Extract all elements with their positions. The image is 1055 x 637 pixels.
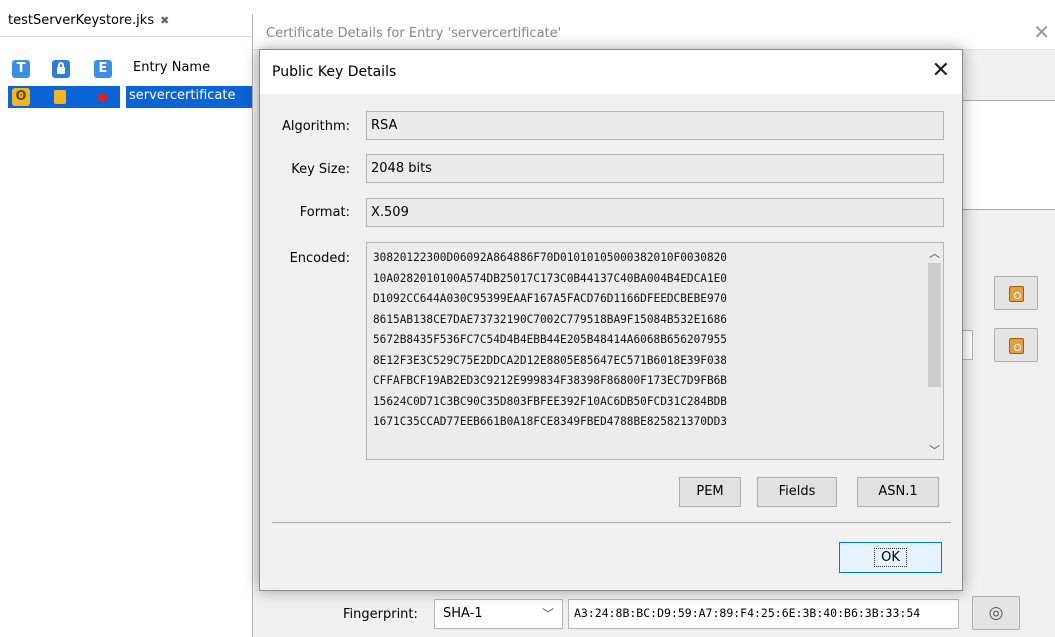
format-label: Format: — [299, 205, 350, 220]
address-book-icon — [1009, 338, 1024, 354]
certificate-dialog-title: Certificate Details for Entry 'servercer… — [266, 26, 562, 41]
encoded-scrollbar[interactable]: ︿ ﹀ — [926, 243, 943, 459]
close-icon[interactable]: ✕ — [932, 58, 950, 83]
public-key-details-dialog: Public Key Details ✕ Algorithm: RSA Key … — [259, 49, 963, 591]
fingerprint-algorithm-value: SHA-1 — [443, 606, 483, 621]
algorithm-field[interactable]: RSA — [366, 111, 944, 140]
table-header: T E Entry Name — [0, 56, 252, 82]
fingerprint-value-field[interactable]: A3:24:8B:BC:D9:59:A7:89:F4:25:6E:3B:40:B… — [568, 599, 959, 629]
view-public-key-button[interactable] — [994, 276, 1038, 310]
pem-button[interactable]: PEM — [679, 477, 741, 507]
encoded-value: 30820122300D06092A864886F70D010101050003… — [373, 251, 727, 428]
key-pair-icon: ʘ — [12, 88, 30, 106]
keystore-pane: testServerKeystore.jks ✖ T E Entry Name ʘ… — [0, 0, 252, 637]
scroll-up-icon[interactable]: ︿ — [929, 245, 940, 261]
expiry-status-icon — [98, 93, 107, 102]
public-key-dialog-titlebar: Public Key Details ✕ — [260, 50, 962, 94]
column-entry-name-header[interactable]: Entry Name — [133, 60, 210, 75]
fingerprint-row: Fingerprint: SHA-1 ﹀ A3:24:8B:BC:D9:59:A… — [253, 596, 1055, 630]
fingerprint-label: Fingerprint: — [343, 607, 418, 622]
public-key-dialog-title: Public Key Details — [272, 64, 397, 80]
table-row[interactable]: ʘ servercertificate — [0, 86, 252, 108]
fields-button[interactable]: Fields — [757, 477, 837, 507]
encoded-textarea[interactable]: 30820122300D06092A864886F70D010101050003… — [366, 242, 944, 460]
algorithm-label: Algorithm: — [281, 119, 350, 134]
key-size-label: Key Size: — [291, 162, 350, 177]
column-expiry-header[interactable]: E — [94, 60, 112, 78]
encoded-label: Encoded: — [289, 251, 350, 266]
asn1-button[interactable]: ASN.1 — [857, 477, 939, 507]
scrollbar-thumb[interactable] — [928, 263, 941, 387]
unlocked-icon — [54, 90, 66, 104]
column-lock-header[interactable] — [52, 60, 70, 78]
ok-button-label: OK — [874, 548, 907, 567]
key-size-field[interactable]: 2048 bits — [366, 154, 944, 183]
ok-button[interactable]: OK — [839, 542, 942, 573]
chevron-down-icon: ﹀ — [541, 607, 554, 621]
address-book-icon — [1009, 286, 1024, 302]
tab-divider — [0, 36, 252, 37]
view-extensions-button[interactable] — [994, 328, 1038, 362]
format-field[interactable]: X.509 — [366, 198, 944, 227]
certificate-dialog-titlebar: Certificate Details for Entry 'servercer… — [253, 14, 1055, 50]
column-type-header[interactable]: T — [12, 60, 30, 78]
dialog-separator — [272, 522, 951, 523]
row-entry-name: servercertificate — [129, 88, 236, 103]
keystore-file-tab[interactable]: testServerKeystore.jks ✖ — [0, 6, 200, 36]
keystore-file-tab-label: testServerKeystore.jks — [8, 13, 155, 28]
scroll-down-icon[interactable]: ﹀ — [929, 442, 940, 458]
tab-close-icon[interactable]: ✖ — [160, 14, 169, 27]
close-icon[interactable]: ✕ — [1033, 20, 1050, 44]
lock-icon — [57, 62, 65, 74]
fingerprint-algorithm-select[interactable]: SHA-1 ﹀ — [434, 599, 563, 629]
fingerprint-button[interactable]: ◎ — [972, 596, 1020, 630]
fingerprint-icon: ◎ — [988, 603, 1004, 623]
